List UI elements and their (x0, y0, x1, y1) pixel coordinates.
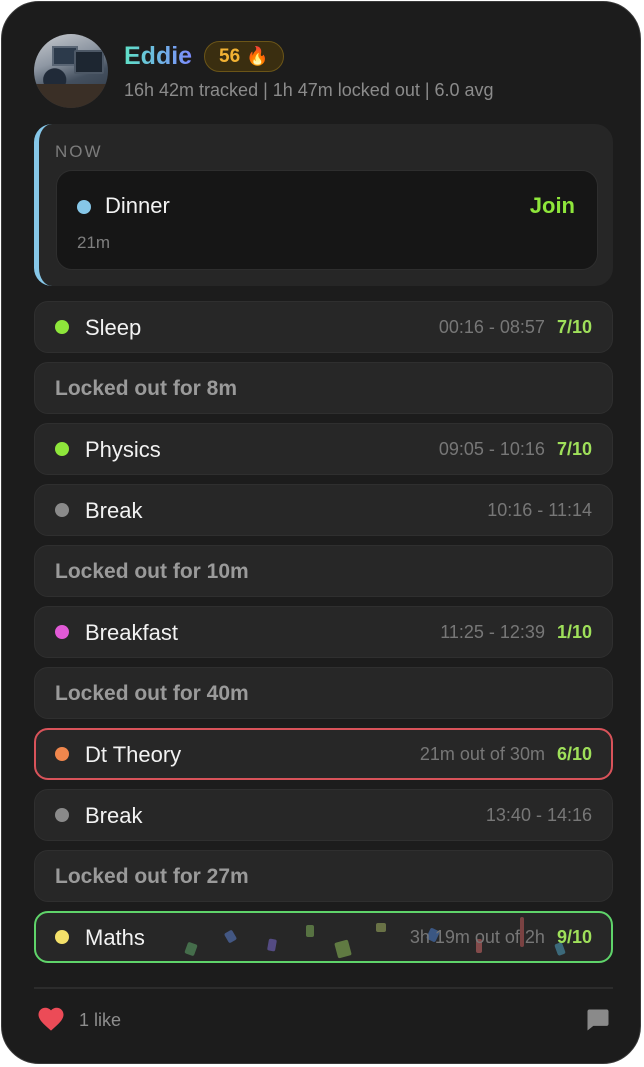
activity-score: 7/10 (556, 439, 592, 459)
user-name[interactable]: Eddie (124, 42, 192, 71)
comment-icon[interactable] (583, 1006, 613, 1034)
timeline-locked-item: Locked out for 10m (34, 545, 613, 597)
activity-time: 00:16 - 08:57 (438, 317, 545, 337)
activity-card: Eddie 56 🔥 16h 42m tracked | 1h 47m lock… (1, 1, 641, 1064)
locked-label: Locked out for 27m (55, 865, 249, 888)
timeline-locked-item: Locked out for 40m (34, 667, 613, 719)
activity-title: Dt Theory (85, 742, 182, 767)
timeline-item[interactable]: Break 10:16 - 11:14 (34, 484, 613, 536)
activity-title: Maths (85, 925, 145, 950)
status-dot-icon (55, 503, 69, 517)
activity-title: Break (85, 803, 143, 828)
streak-badge: 56 🔥 (204, 41, 284, 72)
timeline-item[interactable]: Breakfast 11:25 - 12:39 1/10 (34, 606, 613, 658)
activity-time: 11:25 - 12:39 (440, 622, 545, 642)
activity-title: Breakfast (85, 620, 178, 645)
activity-time: 10:16 - 11:14 (487, 500, 592, 520)
confetti-decoration (184, 941, 198, 957)
activity-time: 3h 19m out of 2h (409, 927, 545, 947)
timeline-item[interactable]: Dt Theory 21m out of 30m 6/10 (34, 728, 613, 780)
status-dot-icon (55, 320, 69, 334)
join-button[interactable]: Join (530, 193, 575, 219)
fire-icon: 🔥 (246, 46, 269, 66)
heart-icon[interactable] (36, 1004, 66, 1034)
profile-header: Eddie 56 🔥 16h 42m tracked | 1h 47m lock… (34, 34, 608, 110)
confetti-decoration (306, 925, 314, 937)
current-activity[interactable]: Dinner 21m Join (56, 170, 598, 270)
status-dot-icon (77, 200, 91, 214)
confetti-decoration (223, 929, 238, 944)
activity-title: Break (85, 498, 143, 523)
status-dot-icon (55, 930, 69, 944)
activity-score: 7/10 (556, 317, 592, 337)
activity-time: 13:40 - 14:16 (485, 805, 592, 825)
now-label: NOW (55, 142, 103, 161)
confetti-decoration (376, 923, 386, 932)
timeline-locked-item: Locked out for 27m (34, 850, 613, 902)
streak-count: 56 (219, 45, 241, 67)
confetti-decoration (267, 938, 277, 952)
status-dot-icon (55, 747, 69, 761)
timeline-item[interactable]: Maths 3h 19m out of 2h 9/10 (34, 911, 613, 963)
locked-label: Locked out for 40m (55, 682, 249, 705)
status-dot-icon (55, 625, 69, 639)
locked-label: Locked out for 10m (55, 560, 249, 583)
like-count[interactable]: 1 like (79, 1010, 121, 1031)
activity-score: 9/10 (556, 927, 592, 947)
locked-label: Locked out for 8m (55, 377, 238, 400)
user-stats: 16h 42m tracked | 1h 47m locked out | 6.… (124, 80, 494, 100)
timeline-item[interactable]: Physics 09:05 - 10:16 7/10 (34, 423, 613, 475)
activity-time: 09:05 - 10:16 (438, 439, 545, 459)
divider (34, 987, 613, 989)
activity-title: Physics (85, 437, 161, 462)
activity-title: Sleep (85, 315, 142, 340)
activity-score: 1/10 (556, 622, 592, 642)
status-dot-icon (55, 442, 69, 456)
timeline-item[interactable]: Sleep 00:16 - 08:57 7/10 (34, 301, 613, 353)
activity-score: 6/10 (556, 744, 592, 764)
timeline-item[interactable]: Break 13:40 - 14:16 (34, 789, 613, 841)
current-activity-duration: 21m (77, 233, 111, 252)
avatar[interactable] (34, 34, 108, 108)
confetti-decoration (334, 939, 352, 959)
timeline-locked-item: Locked out for 8m (34, 362, 613, 414)
now-section: NOW Dinner 21m Join (34, 124, 613, 286)
current-activity-title: Dinner (105, 193, 170, 218)
status-dot-icon (55, 808, 69, 822)
activity-time: 21m out of 30m (419, 744, 545, 764)
